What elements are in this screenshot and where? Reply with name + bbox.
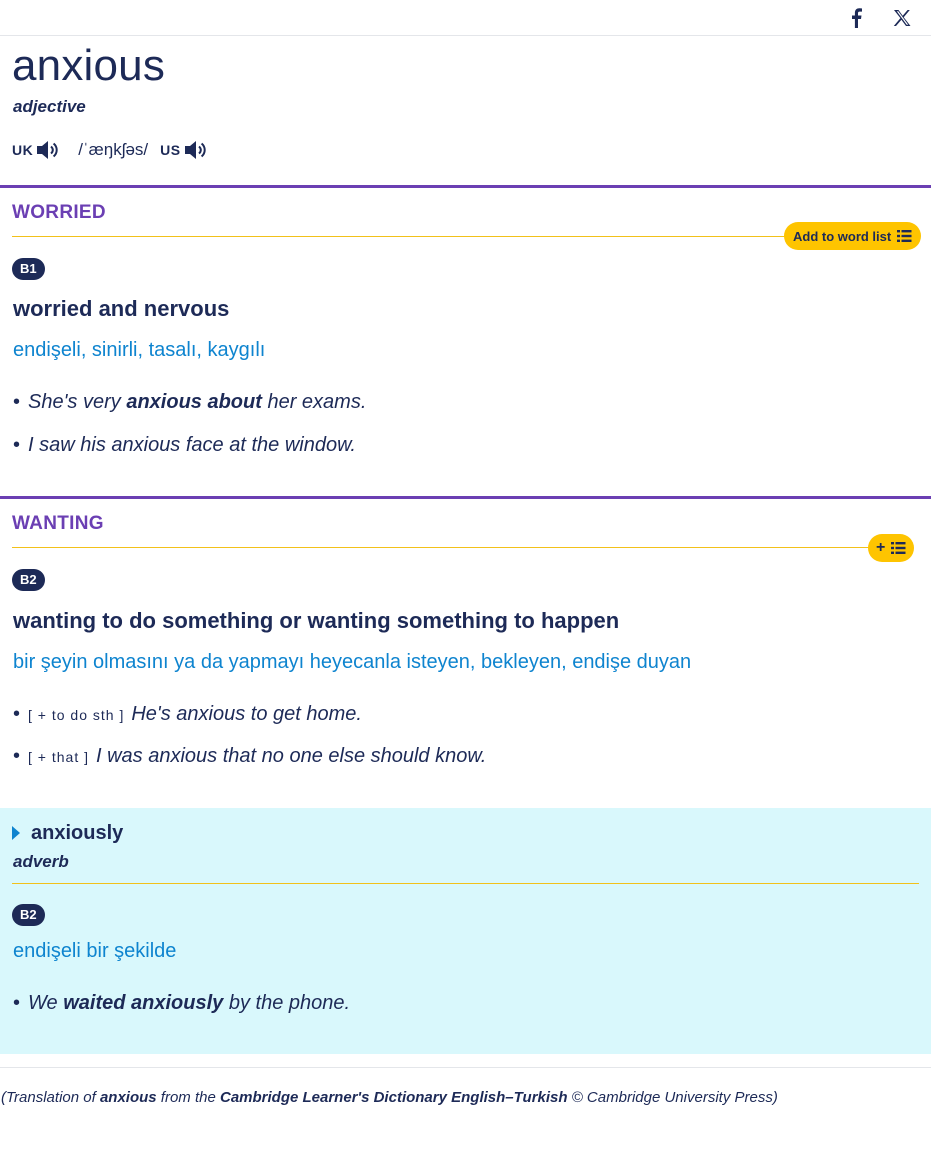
word-list-icon [897, 230, 912, 242]
facebook-icon[interactable] [844, 6, 868, 30]
example-text: I was anxious that no one else should kn… [96, 745, 487, 767]
add-to-word-list-label: + [876, 539, 886, 556]
expand-triangle-icon[interactable] [12, 826, 20, 840]
example-sentence: • [ + to do sth ] He's anxious to get ho… [13, 703, 362, 726]
translation: endişeli, sinirli, tasalı, kaygılı [13, 339, 266, 361]
headword: anxious [12, 41, 166, 90]
bullet: • [13, 434, 21, 456]
example-text: We waited anxiously by the phone. [28, 992, 351, 1014]
cefr-level-badge: B1 [12, 258, 45, 280]
word-list-icon [891, 542, 906, 554]
example-text: She's very anxious about her exams. [28, 391, 367, 413]
footer-divider [0, 1067, 931, 1068]
part-of-speech: adjective [13, 97, 86, 116]
bullet: • [13, 992, 21, 1014]
add-to-word-list-button[interactable]: + [868, 534, 915, 562]
sense-divider [0, 496, 931, 499]
example-sentence: • [ + that ] I was anxious that no one e… [13, 745, 486, 768]
translation: endişeli bir şekilde [13, 940, 177, 962]
guideword: WANTING [12, 513, 104, 534]
add-to-word-list-button[interactable]: Add to word list [784, 222, 922, 250]
runon-word: anxiously [31, 822, 124, 844]
translation: bir şeyin olmasını ya da yapmayı heyecan… [13, 651, 692, 673]
example-text: I saw his anxious face at the window. [28, 434, 356, 456]
example-sentence: • We waited anxiously by the phone. [13, 992, 350, 1015]
add-to-word-list-label: Add to word list [793, 228, 892, 244]
runon-underline [12, 883, 919, 884]
us-label: US [160, 142, 181, 158]
bullet: • [13, 703, 21, 725]
cefr-level-badge: B2 [12, 904, 45, 926]
definition: wanting to do something or wanting somet… [13, 608, 620, 633]
example-sentence: • I saw his anxious face at the window. [13, 434, 356, 457]
grammar-code: [ + to do sth ] [28, 707, 125, 723]
guideword: WORRIED [12, 202, 106, 223]
example-text: He's anxious to get home. [131, 703, 362, 725]
guideword-underline [12, 547, 872, 548]
share-bar [0, 0, 931, 36]
ipa-transcription: /ˈæŋkʃəs/ [78, 140, 149, 159]
cefr-level-badge: B2 [12, 569, 45, 591]
uk-audio-speaker-icon[interactable] [36, 138, 62, 162]
pronunciation-row: UK /ˈæŋkʃəs/ US [12, 136, 210, 164]
bullet: • [13, 391, 21, 413]
grammar-code: [ + that ] [28, 749, 89, 765]
sense-divider [0, 185, 931, 188]
us-audio-speaker-icon[interactable] [184, 138, 210, 162]
runon-part-of-speech: adverb [13, 852, 69, 871]
x-icon[interactable] [890, 6, 914, 30]
bullet: • [13, 745, 21, 767]
guideword-underline [12, 236, 792, 237]
example-sentence: • She's very anxious about her exams. [13, 391, 366, 414]
translation-credit: (Translation of anxious from the Cambrid… [1, 1089, 778, 1106]
uk-label: UK [12, 142, 34, 158]
definition: worried and nervous [13, 296, 230, 321]
runon-entry: anxiously adverb B2 endişeli bir şekilde… [0, 808, 931, 1054]
